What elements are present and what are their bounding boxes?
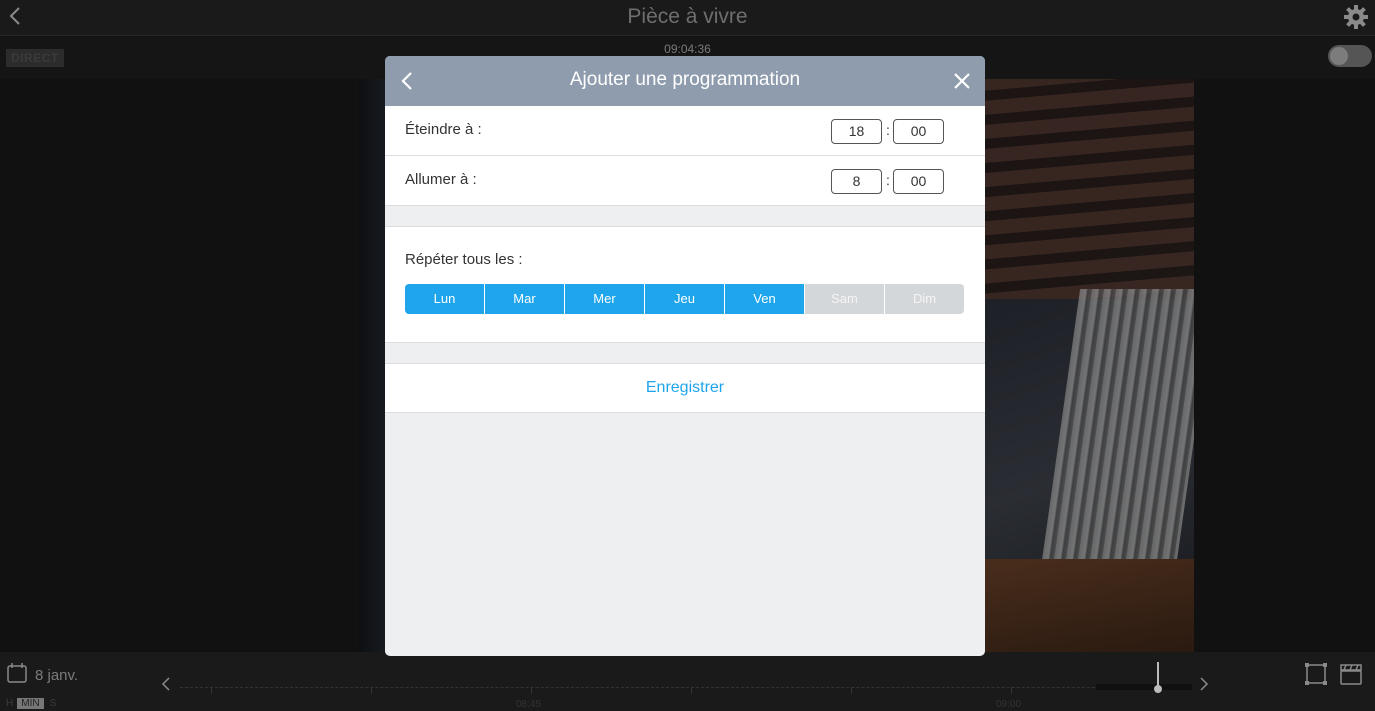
timeline-tick	[211, 687, 212, 694]
off-time-label: Éteindre à :	[405, 121, 482, 138]
timeline-label: 08:45	[516, 699, 542, 710]
timeline-tick	[531, 687, 532, 694]
weekday-selector: Lun Mar Mer Jeu Ven Sam Dim	[405, 284, 964, 314]
section-gap	[385, 343, 985, 363]
off-time-row: Éteindre à : 18 : 00	[385, 106, 985, 156]
calendar-icon[interactable]	[6, 662, 28, 684]
time-separator: :	[886, 172, 890, 188]
zoom-scale: H MIN S	[6, 698, 56, 709]
feed-curtain	[1037, 289, 1194, 589]
on-time-label: Allumer à :	[405, 171, 477, 188]
dialog-header: Ajouter une programmation	[385, 56, 985, 106]
schedule-dialog: Ajouter une programmation Éteindre à : 1…	[385, 56, 985, 656]
day-button-4[interactable]: Ven	[725, 284, 805, 314]
fullscreen-icon[interactable]	[1304, 662, 1328, 686]
timeline-tick	[371, 687, 372, 694]
timeline-tick	[1011, 687, 1012, 694]
scale-hours[interactable]: H	[6, 698, 13, 709]
chevron-left-icon[interactable]	[160, 676, 172, 692]
dialog-title: Ajouter une programmation	[569, 69, 801, 90]
toggle-knob	[1330, 47, 1348, 65]
on-time-row: Allumer à : 8 : 00	[385, 156, 985, 206]
feed-floor	[959, 559, 1194, 652]
day-button-6[interactable]: Dim	[885, 284, 964, 314]
day-button-1[interactable]: Mar	[485, 284, 565, 314]
camera-app: Pièce à vivre DIRECT 09:04:36 8 janv. H …	[0, 0, 1375, 711]
time-separator: :	[886, 122, 890, 138]
on-minutes-field[interactable]: 00	[893, 169, 944, 194]
clapperboard-icon[interactable]	[1339, 662, 1363, 686]
top-bar: Pièce à vivre	[0, 0, 1375, 36]
live-clock: 09:04:36	[664, 42, 711, 56]
repeat-label: Répéter tous les :	[405, 251, 523, 268]
on-hours-field[interactable]: 8	[831, 169, 882, 194]
page-title: Pièce à vivre	[627, 5, 748, 28]
day-button-2[interactable]: Mer	[565, 284, 645, 314]
close-icon[interactable]	[953, 72, 971, 90]
feed-ceiling	[959, 79, 1194, 299]
day-button-0[interactable]: Lun	[405, 284, 485, 314]
save-row: Enregistrer	[385, 363, 985, 413]
camera-toggle[interactable]	[1328, 45, 1372, 67]
chevron-right-icon[interactable]	[1198, 676, 1210, 692]
scale-seconds[interactable]: S	[50, 698, 57, 709]
timeline-label: 09:00	[996, 699, 1022, 710]
repeat-section: Répéter tous les : Lun Mar Mer Jeu Ven Sam Dim	[385, 226, 985, 343]
recording-segment	[1096, 684, 1192, 690]
off-hours-field[interactable]: 18	[831, 119, 882, 144]
off-minutes-field[interactable]: 00	[893, 119, 944, 144]
save-button[interactable]: Enregistrer	[385, 379, 985, 397]
timeline-tick	[851, 687, 852, 694]
gear-icon[interactable]	[1343, 4, 1369, 30]
selected-date[interactable]: 8 janv.	[35, 667, 78, 684]
day-button-5[interactable]: Sam	[805, 284, 885, 314]
timeline[interactable]: 08:45 09:00	[180, 684, 1192, 710]
scale-minutes[interactable]: MIN	[17, 698, 44, 709]
day-button-3[interactable]: Jeu	[645, 284, 725, 314]
timeline-tick	[691, 687, 692, 694]
timeline-cursor-handle[interactable]	[1154, 685, 1162, 693]
timeline-track	[180, 687, 1190, 688]
section-gap	[385, 206, 985, 226]
bottom-bar: 8 janv. H MIN S 08:45 09:00	[0, 652, 1375, 711]
